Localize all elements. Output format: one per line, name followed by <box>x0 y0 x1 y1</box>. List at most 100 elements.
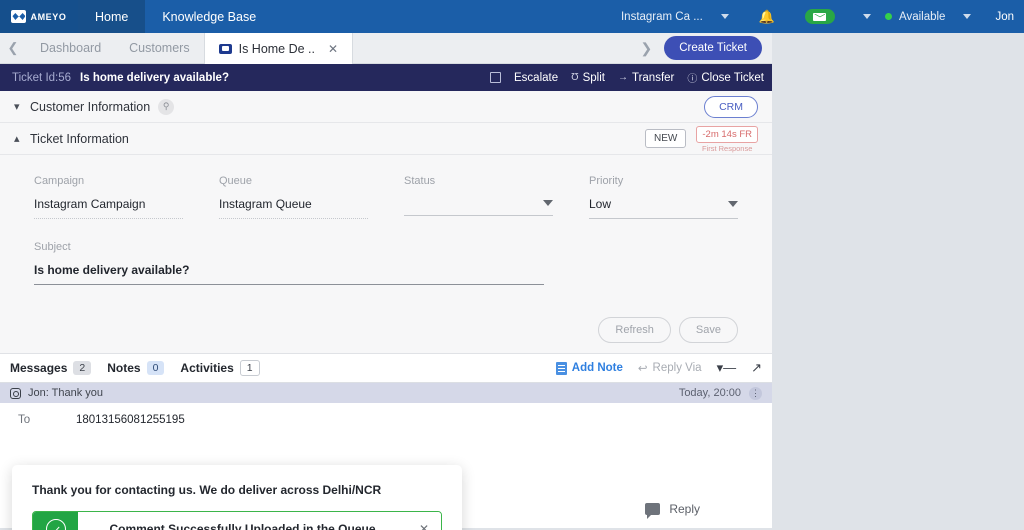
tab-activities[interactable]: Activities 1 <box>180 360 260 376</box>
availability-selector[interactable]: Available <box>884 10 985 23</box>
reply-via-label: Reply Via <box>652 362 702 374</box>
transfer-button[interactable]: → Transfer <box>618 72 674 84</box>
tab-strip: ❮ Dashboard Customers Is Home De .. ✕ ❯ … <box>0 33 772 64</box>
tab-dashboard-label: Dashboard <box>40 41 102 55</box>
message-sender: Jon: Thank you <box>28 387 104 399</box>
tab-notes-label: Notes <box>107 361 141 375</box>
ticket-form: Campaign Instagram Campaign Queue Instag… <box>0 155 772 295</box>
toast-icon-area <box>33 512 78 530</box>
priority-dropdown-caret-icon <box>728 201 738 207</box>
search-icon[interactable]: ⚲ <box>158 98 175 115</box>
field-priority[interactable]: Priority Low <box>589 175 738 219</box>
ameyo-logo-icon <box>11 10 27 23</box>
message-header-row[interactable]: Jon: Thank you Today, 20:00 ⋮ <box>0 383 772 403</box>
customer-information-section-header[interactable]: ▾ Customer Information ⚲ CRM <box>0 91 772 123</box>
field-priority-value: Low <box>589 197 612 211</box>
field-status-select[interactable] <box>404 197 553 216</box>
ameyo-logo[interactable]: AMEYO <box>0 0 78 33</box>
ticket-information-title: Ticket Information <box>30 131 129 146</box>
first-response-caption: First Response <box>701 144 753 153</box>
reply-via-button[interactable]: ↩ Reply Via <box>638 361 702 375</box>
create-ticket-button[interactable]: Create Ticket <box>664 36 762 60</box>
save-button[interactable]: Save <box>678 317 738 343</box>
availability-chevron-down-icon <box>963 14 972 19</box>
form-action-buttons: Refresh Save <box>0 295 772 353</box>
field-status[interactable]: Status <box>404 175 553 219</box>
ticket-information-section-header[interactable]: ▴ Ticket Information NEW -2m 14s FR Firs… <box>0 123 772 155</box>
tab-strip-right: ❯ Create Ticket <box>641 33 772 63</box>
ticket-select-checkbox[interactable] <box>490 72 501 83</box>
message-more-menu-icon[interactable]: ⋮ <box>749 386 762 400</box>
field-campaign-label: Campaign <box>34 175 85 187</box>
reply-button[interactable]: Reply <box>645 502 700 519</box>
close-ticket-button[interactable]: ⓘ Close Ticket <box>687 70 764 86</box>
notification-bell-icon[interactable]: 🔔 <box>759 9 775 25</box>
escalate-button[interactable]: Escalate <box>514 72 558 84</box>
field-status-label: Status <box>404 175 436 187</box>
nav-item-home[interactable]: Home <box>78 0 146 33</box>
tab-close-icon[interactable]: ✕ <box>328 42 338 56</box>
reply-label: Reply <box>669 502 700 516</box>
refresh-button[interactable]: Refresh <box>598 317 671 343</box>
user-name-label[interactable]: Jon <box>995 11 1014 23</box>
nav-item-knowledge-base[interactable]: Knowledge Base <box>145 0 273 33</box>
top-bar-right-cluster: Instagram Ca ... 🔔 Available Jon <box>621 0 1024 33</box>
top-navigation-bar: AMEYO Home Knowledge Base Instagram Ca .… <box>0 0 1024 33</box>
field-subject-input[interactable]: Is home delivery available? <box>34 263 544 285</box>
campaign-selector-label: Instagram Ca ... <box>620 10 703 23</box>
add-note-label: Add Note <box>571 362 623 374</box>
tab-scroll-right-icon[interactable]: ❯ <box>641 40 653 57</box>
open-external-icon[interactable]: ↗ <box>751 360 762 376</box>
tab-messages-count: 2 <box>73 361 92 375</box>
ameyo-logo-text: AMEYO <box>30 11 67 22</box>
tab-messages-label: Messages <box>10 361 68 375</box>
conversation-tabs: Messages 2 Notes 0 Activities 1 Add Note… <box>0 353 772 383</box>
campaign-selector[interactable]: Instagram Ca ... <box>621 11 743 23</box>
form-row-primary: Campaign Instagram Campaign Queue Instag… <box>34 175 738 219</box>
filter-funnel-icon[interactable]: ▾― <box>717 360 737 376</box>
availability-label: Available <box>898 10 946 23</box>
speech-bubble-icon <box>645 503 661 519</box>
tab-notes[interactable]: Notes 0 <box>107 361 165 375</box>
first-response-badge: -2m 14s FR First Response <box>696 124 758 153</box>
form-row-subject: Subject Is home delivery available? <box>34 241 738 285</box>
tab-notes-count: 0 <box>146 361 165 375</box>
availability-status-dot-icon <box>884 13 892 20</box>
tab-customers[interactable]: Customers <box>115 33 203 63</box>
ticket-section-badges: NEW -2m 14s FR First Response <box>645 124 758 153</box>
reply-arrow-icon: ↩ <box>637 363 648 375</box>
field-queue-value: Instagram Queue <box>219 197 368 219</box>
transfer-arrow-icon: → <box>617 72 628 83</box>
tab-dashboard[interactable]: Dashboard <box>26 33 115 63</box>
toast-close-icon[interactable]: ✕ <box>407 512 441 530</box>
ticket-header-bar: Ticket Id:56 Is home delivery available?… <box>0 64 772 91</box>
message-header-right: Today, 20:00 ⋮ <box>678 386 762 400</box>
chevron-down-icon: ▾ <box>14 101 20 113</box>
tab-is-home-delivery-label: Is Home De .. <box>238 41 316 56</box>
tab-activities-label: Activities <box>180 361 234 375</box>
toast-message: Comment Successfully Uploaded in the Que… <box>78 512 407 530</box>
tab-is-home-delivery[interactable]: Is Home De .. ✕ <box>203 33 354 64</box>
chat-chevron-down-icon[interactable] <box>862 14 871 19</box>
escalate-label: Escalate <box>514 71 559 84</box>
message-timestamp: Today, 20:00 <box>678 387 741 399</box>
field-subject[interactable]: Subject Is home delivery available? <box>34 241 544 285</box>
envelope-icon <box>813 12 827 21</box>
ticket-id-label: Ticket Id:56 <box>12 71 72 84</box>
success-toast: Comment Successfully Uploaded in the Que… <box>32 511 442 530</box>
field-queue: Queue Instagram Queue <box>219 175 368 219</box>
message-to-row: To 18013156081255195 <box>0 403 772 426</box>
field-priority-select[interactable]: Low <box>589 197 738 219</box>
close-circle-icon: ⓘ <box>687 74 698 85</box>
chat-status-button[interactable] <box>804 9 835 24</box>
customer-information-title: Customer Information <box>30 99 151 114</box>
ticket-tab-icon <box>218 43 232 54</box>
message-to-label: To <box>18 414 31 426</box>
split-button[interactable]: Ʊ Split <box>571 72 605 84</box>
tab-messages[interactable]: Messages 2 <box>10 361 92 375</box>
chevron-up-icon: ▴ <box>14 133 20 145</box>
tab-scroll-left-icon[interactable]: ❮ <box>0 33 26 63</box>
add-note-button[interactable]: Add Note <box>555 361 623 375</box>
crm-button[interactable]: CRM <box>704 95 758 118</box>
ticket-actions: Escalate Ʊ Split → Transfer ⓘ Close Tick… <box>490 70 764 85</box>
